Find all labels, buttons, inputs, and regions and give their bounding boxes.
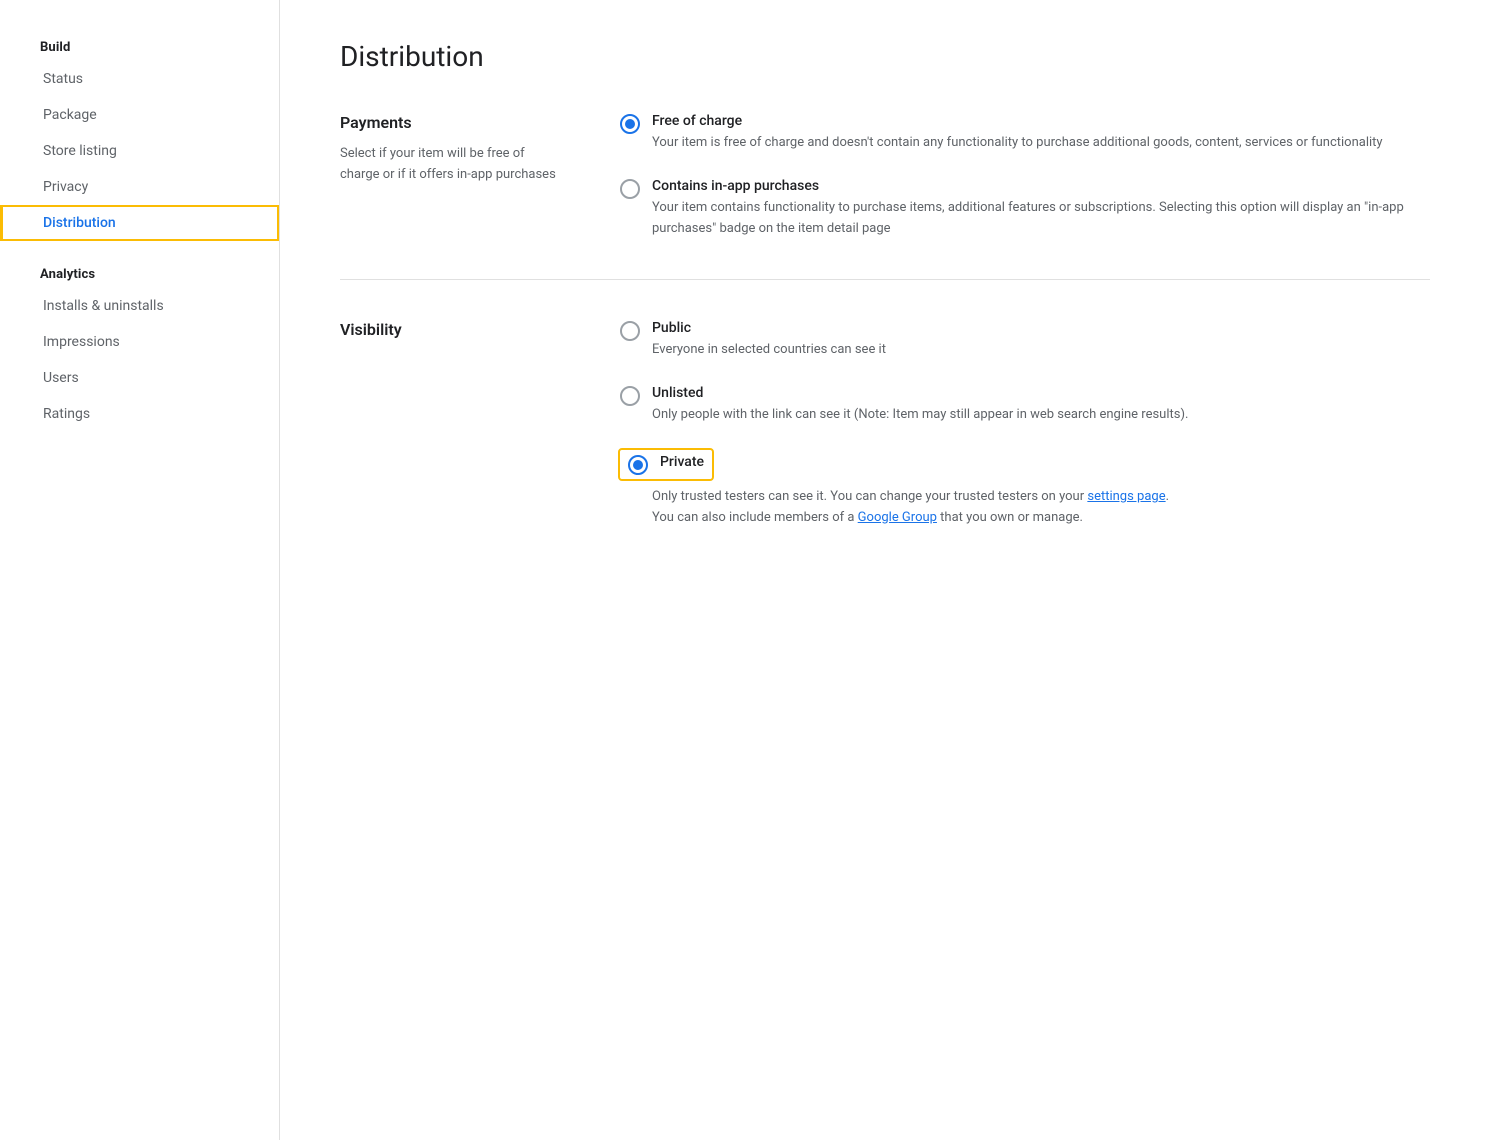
public-option: Public Everyone in selected countries ca…	[620, 320, 1430, 361]
payments-section: Payments Select if your item will be fre…	[340, 113, 1430, 280]
private-desc-block: Only trusted testers can see it. You can…	[652, 487, 1430, 529]
sidebar-item-privacy[interactable]: Privacy	[0, 169, 279, 205]
sidebar-item-impressions[interactable]: Impressions	[0, 324, 279, 360]
private-desc: Only trusted testers can see it. You can…	[652, 487, 1430, 529]
free-of-charge-desc: Your item is free of charge and doesn't …	[652, 133, 1430, 154]
build-section-header: Build	[0, 30, 279, 61]
sidebar-item-store-listing[interactable]: Store listing	[0, 133, 279, 169]
public-radio[interactable]	[620, 321, 640, 341]
google-group-link[interactable]: Google Group	[858, 510, 937, 525]
sidebar-item-status[interactable]: Status	[0, 61, 279, 97]
unlisted-option: Unlisted Only people with the link can s…	[620, 385, 1430, 426]
visibility-label: Visibility	[340, 320, 560, 339]
main-content: Distribution Payments Select if your ite…	[280, 0, 1490, 1140]
free-of-charge-radio[interactable]	[620, 114, 640, 134]
in-app-purchases-label: Contains in-app purchases	[652, 178, 1430, 194]
unlisted-label: Unlisted	[652, 385, 1430, 401]
visibility-section: Visibility Public Everyone in selected c…	[340, 320, 1430, 568]
private-radio[interactable]	[628, 455, 648, 475]
unlisted-desc: Only people with the link can see it (No…	[652, 405, 1430, 426]
payments-options: Free of charge Your item is free of char…	[620, 113, 1430, 239]
settings-page-link[interactable]: settings page	[1087, 489, 1165, 504]
private-option: Private	[620, 450, 1430, 479]
sidebar-item-users[interactable]: Users	[0, 360, 279, 396]
public-label: Public	[652, 320, 1430, 336]
unlisted-radio[interactable]	[620, 386, 640, 406]
sidebar-item-ratings[interactable]: Ratings	[0, 396, 279, 432]
private-highlight-box: Private	[620, 450, 712, 479]
private-label: Private	[660, 454, 704, 470]
in-app-purchases-option: Contains in-app purchases Your item cont…	[620, 178, 1430, 240]
sidebar: Build Status Package Store listing Priva…	[0, 0, 280, 1140]
sidebar-item-distribution[interactable]: Distribution	[0, 205, 279, 241]
page-title: Distribution	[340, 40, 1430, 73]
sidebar-item-package[interactable]: Package	[0, 97, 279, 133]
payments-label-col: Payments Select if your item will be fre…	[340, 113, 560, 239]
in-app-purchases-desc: Your item contains functionality to purc…	[652, 198, 1430, 240]
in-app-purchases-radio[interactable]	[620, 179, 640, 199]
visibility-label-col: Visibility	[340, 320, 560, 528]
public-desc: Everyone in selected countries can see i…	[652, 340, 1430, 361]
sidebar-item-installs[interactable]: Installs & uninstalls	[0, 288, 279, 324]
payments-description: Select if your item will be free of char…	[340, 144, 560, 186]
free-of-charge-label: Free of charge	[652, 113, 1430, 129]
visibility-options: Public Everyone in selected countries ca…	[620, 320, 1430, 528]
analytics-section-header: Analytics	[0, 257, 279, 288]
free-of-charge-option: Free of charge Your item is free of char…	[620, 113, 1430, 154]
payments-label: Payments	[340, 113, 560, 132]
